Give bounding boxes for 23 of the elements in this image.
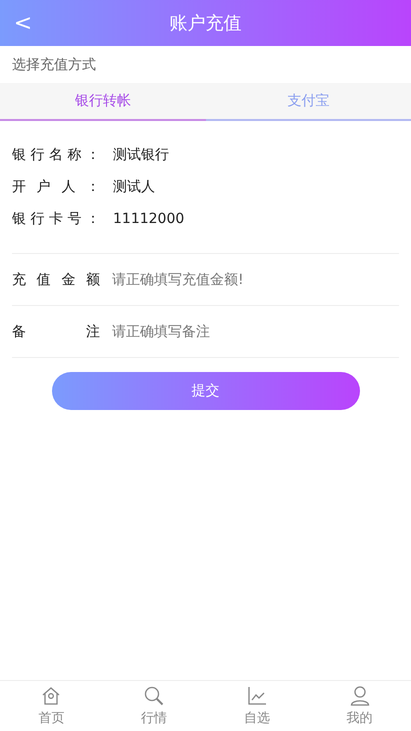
search-icon bbox=[143, 685, 166, 707]
input-field[interactable]: 请正确填写充值金额! bbox=[112, 264, 399, 294]
info-label: 银行卡号： bbox=[12, 210, 100, 228]
info-value: 测试人 bbox=[113, 178, 155, 196]
nav-item[interactable]: 自选 bbox=[206, 681, 308, 731]
payment-tab[interactable]: 银行转帐 bbox=[0, 83, 206, 121]
line-chart-icon bbox=[246, 685, 268, 707]
info-label: 开户人： bbox=[12, 178, 100, 196]
section-title: 选择充值方式 bbox=[12, 56, 96, 74]
info-value: 测试银行 bbox=[113, 146, 169, 164]
page-title: 账户充值 bbox=[170, 12, 242, 35]
field-label: 充值金额 bbox=[12, 270, 100, 288]
nav-item[interactable]: 首页 bbox=[0, 681, 103, 731]
info-value: 11112000 bbox=[113, 211, 184, 227]
payment-tab[interactable]: 支付宝 bbox=[206, 83, 411, 121]
input-field[interactable]: 请正确填写备注 bbox=[112, 316, 399, 346]
field-label: 备注 bbox=[12, 322, 100, 340]
user-icon bbox=[348, 685, 371, 707]
back-button[interactable]: < bbox=[8, 0, 38, 46]
nav-item[interactable]: 我的 bbox=[308, 681, 411, 731]
nav-item[interactable]: 行情 bbox=[102, 681, 206, 731]
submit-button[interactable]: 提交 bbox=[52, 372, 360, 410]
info-label: 银行名称： bbox=[12, 146, 100, 164]
